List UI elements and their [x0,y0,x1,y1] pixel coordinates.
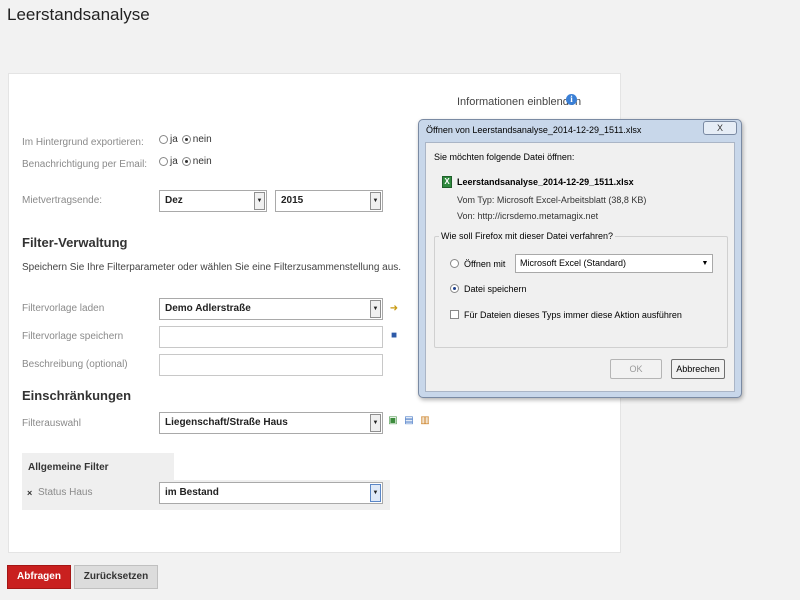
info-icon[interactable]: i [566,94,577,105]
status-house-select[interactable]: im Bestand ▼ [159,482,383,504]
add-filter-icon[interactable]: ▣ [387,415,399,427]
description-input[interactable] [159,354,383,376]
restrictions-heading: Einschränkungen [22,388,132,403]
email-notification-options: ja nein [159,156,212,167]
general-filter-heading: Allgemeine Filter [28,462,109,473]
query-button[interactable]: Abfragen [7,565,71,589]
chevron-down-icon: ▼ [254,192,265,210]
background-export-options: ja nein [159,134,212,145]
status-house-value: im Bestand [165,487,219,498]
ok-button[interactable]: OK [610,359,662,379]
remove-filter-group-icon[interactable]: ▥ [419,415,431,427]
month-value: Dez [165,195,183,206]
dialog-body: Sie möchten folgende Datei öffnen: X Lee… [425,142,735,392]
dialog-filename: Leerstandsanalyse_2014-12-29_1511.xlsx [457,177,634,187]
contract-end-month-select[interactable]: Dez ▼ [159,190,267,212]
info-toggle-link[interactable]: Informationen einblenden [457,96,581,108]
email-notification-label: Benachrichtigung per Email: [22,159,148,170]
dialog-title: Öffnen von Leerstandsanalyse_2014-12-29_… [426,125,642,135]
dialog-file-source: Von: http://icrsdemo.metamagix.net [457,211,599,221]
filter-template-load-label: Filtervorlage laden [22,303,105,314]
chevron-down-icon: ▼ [370,414,381,432]
file-open-dialog: Öffnen von Leerstandsanalyse_2014-12-29_… [418,119,742,398]
filter-management-description: Speichern Sie Ihre Filterparameter oder … [22,262,402,273]
save-file-radio[interactable] [450,284,459,293]
filter-template-load-select[interactable]: Demo Adlerstraße ▼ [159,298,383,320]
page-title: Leerstandsanalyse [7,5,150,24]
email-notification-no-radio[interactable] [181,157,191,166]
dialog-intro: Sie möchten folgende Datei öffnen: [434,152,575,162]
open-with-select[interactable]: Microsoft Excel (Standard) ▼ [515,254,713,273]
reset-button[interactable]: Zurücksetzen [74,565,158,589]
load-template-icon[interactable]: ➜ [388,303,400,315]
no-label: nein [192,134,212,145]
close-button[interactable]: X [703,121,737,135]
yes-label: ja [170,156,178,167]
contract-end-label: Mietvertragsende: [22,195,103,206]
chevron-down-icon: ▼ [370,484,381,502]
save-file-label: Datei speichern [464,284,527,294]
remove-filter-icon[interactable]: × [27,488,32,498]
yes-label: ja [170,134,178,145]
filter-template-save-input[interactable] [159,326,383,348]
dialog-file-type: Vom Typ: Microsoft Excel-Arbeitsblatt (3… [457,195,647,205]
excel-file-icon: X [442,176,452,188]
open-with-value: Microsoft Excel (Standard) [520,258,627,268]
status-house-label: Status Haus [38,487,93,498]
always-do-this-checkbox[interactable] [450,310,459,319]
background-export-label: Im Hintergrund exportieren: [22,137,144,148]
year-value: 2015 [281,195,304,206]
filter-management-heading: Filter-Verwaltung [22,235,128,250]
description-optional-label: Beschreibung (optional) [22,359,128,370]
open-with-radio[interactable] [450,259,459,268]
background-export-yes-radio[interactable] [159,135,168,144]
action-question: Wie soll Firefox mit dieser Datei verfah… [439,231,616,241]
chevron-down-icon: ▼ [370,192,381,210]
add-filter-group-icon[interactable]: ▤ [403,415,415,427]
filter-selection-select[interactable]: Liegenschaft/Straße Haus ▼ [159,412,383,434]
filter-template-value: Demo Adlerstraße [165,303,251,314]
cancel-button[interactable]: Abbrechen [671,359,725,379]
open-with-label: Öffnen mit [464,259,506,269]
filter-template-save-label: Filtervorlage speichern [22,331,124,342]
chevron-down-icon: ▼ [370,300,381,318]
chevron-down-icon: ▼ [701,260,709,267]
always-do-this-label: Für Dateien dieses Typs immer diese Akti… [464,310,682,320]
filter-selection-label: Filterauswahl [22,418,81,429]
filter-selection-value: Liegenschaft/Straße Haus [165,417,288,428]
email-notification-yes-radio[interactable] [159,157,168,166]
background-export-no-radio[interactable] [181,135,191,144]
save-disk-icon[interactable]: ■ [388,330,400,342]
no-label: nein [192,156,212,167]
contract-end-year-select[interactable]: 2015 ▼ [275,190,383,212]
